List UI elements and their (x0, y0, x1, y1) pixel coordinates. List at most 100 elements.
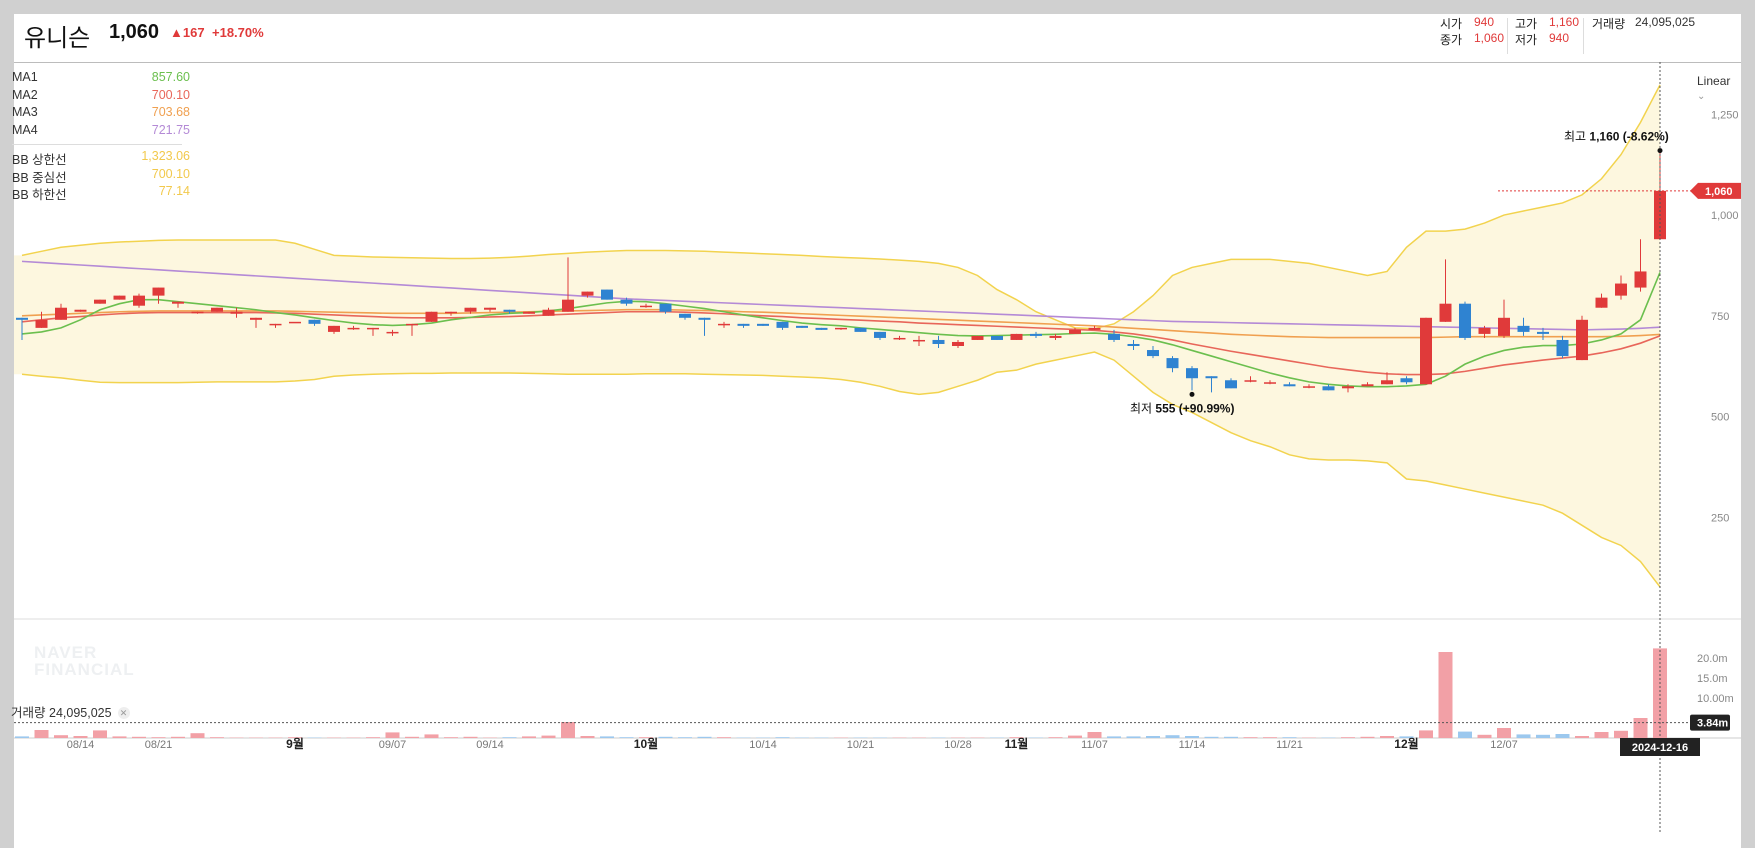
x-tick-label: 10월 (634, 736, 658, 751)
volume-panel-label: 거래량 (11, 706, 46, 720)
volume-bar (15, 736, 29, 738)
candle-body (1400, 378, 1413, 383)
volume-bar (1263, 737, 1277, 738)
candle-body (952, 341, 964, 346)
volume-bar (171, 736, 185, 738)
candle-body (425, 311, 438, 322)
candle-body (1244, 380, 1257, 382)
y-tick-label: 1,000 (1711, 210, 1739, 222)
close-icon[interactable]: ✕ (117, 707, 130, 719)
y-tick-label: 1,250 (1711, 109, 1739, 121)
candle-body (74, 309, 87, 312)
candle-body (211, 307, 223, 312)
legend-row: BB 중심선 700.10 (12, 167, 190, 185)
volume-bar (405, 736, 419, 738)
volume-bar (1653, 648, 1667, 738)
candle-body (1595, 297, 1608, 308)
legend-value: 721.75 (151, 122, 190, 137)
x-tick-label: 11/21 (1276, 739, 1303, 751)
x-tick-label: 12월 (1394, 736, 1418, 751)
candle-body (1361, 384, 1374, 387)
legend-row: MA3 703.68 (12, 105, 190, 123)
x-tick-label: 10/14 (749, 739, 777, 751)
volume-bar (1516, 734, 1531, 738)
chart-frame: 유니슨 1,060 ▲167 +18.70% 시가 940 종가 1,060 고… (11, 14, 1741, 848)
candle-body (328, 325, 340, 332)
candle-body (289, 321, 301, 324)
legend-value: 700.10 (151, 166, 190, 181)
volume-bar (151, 737, 166, 738)
candle-body (1420, 317, 1432, 385)
volume-bar (1146, 736, 1160, 738)
volume-bar (73, 736, 88, 738)
volume-bar (600, 736, 614, 738)
x-tick-label: 08/21 (145, 739, 173, 751)
x-tick-label: 09/07 (379, 739, 407, 751)
volume-bar (1380, 736, 1394, 738)
legend-name: BB 상한선 (12, 153, 67, 167)
candle-body (620, 299, 633, 304)
legend-value: 700.10 (151, 87, 190, 102)
volume-bar (1087, 732, 1102, 738)
candle-body (640, 305, 652, 308)
volume-bar (93, 730, 107, 738)
candle-body (1166, 358, 1179, 369)
price-chart[interactable]: 250 500 750 1,000 1,250 20.0m 15.0m 10.00m 3.84m… (14, 14, 1741, 848)
low-marker (1189, 391, 1195, 397)
candle-body (1108, 333, 1120, 340)
candle-body (1030, 333, 1042, 336)
volume-bar (717, 737, 731, 738)
volume-bar (1341, 737, 1355, 738)
candle-body (269, 323, 282, 326)
candle-body (152, 287, 165, 296)
candle-body (172, 301, 184, 304)
candle-body (1069, 329, 1081, 334)
volume-bar (54, 735, 68, 738)
volume-bar (697, 736, 712, 738)
candle-body (581, 291, 594, 296)
volume-bar (424, 734, 439, 738)
volume-bar (1107, 736, 1121, 738)
candle-body (1225, 380, 1237, 389)
candle-body (367, 327, 379, 330)
volume-bar (775, 737, 790, 738)
candle-body (718, 323, 730, 326)
volume-bar (1204, 736, 1219, 738)
scale-mode-dropdown[interactable]: Linear ⌄ (1697, 74, 1741, 102)
x-tick-label: 10/21 (847, 739, 875, 751)
candle-body (1439, 303, 1452, 322)
candle-body (893, 337, 906, 340)
volume-bar (1243, 737, 1258, 738)
low-annotation-value: 555 (+90.99%) (1155, 401, 1234, 415)
candle-body (1576, 319, 1588, 361)
candle-body (835, 327, 847, 330)
current-price-text: 1,060 (1705, 186, 1733, 198)
y-tick-label: 750 (1711, 311, 1729, 323)
high-annotation: 최고 1,160 (-8.62%) (1564, 130, 1669, 144)
candle-body (484, 307, 496, 310)
volume-bar (1477, 734, 1492, 738)
volume-bar (502, 737, 517, 738)
candle-body (35, 319, 48, 328)
candle-body (1186, 368, 1198, 379)
candle-body (971, 335, 984, 340)
candle-body (698, 317, 711, 320)
candle-body (679, 313, 691, 318)
candle-body (737, 323, 750, 326)
x-tick-label: 11월 (1005, 736, 1029, 751)
volume-tick-label: 20.0m (1697, 653, 1728, 665)
x-tick-label: 11/07 (1081, 739, 1108, 751)
volume-bar (1185, 736, 1199, 738)
candle-body (1381, 380, 1393, 385)
candle-body (1264, 382, 1276, 384)
volume-bar (1282, 737, 1297, 738)
legend-value: 857.60 (151, 70, 190, 84)
volume-bar (1419, 730, 1433, 738)
high-annotation-label: 최고 (1564, 130, 1589, 144)
legend-name: BB 중심선 (12, 170, 67, 185)
scale-mode-label: Linear (1697, 74, 1731, 88)
candle-body (55, 307, 67, 320)
candle-body (1088, 327, 1101, 330)
candle-body (1010, 333, 1023, 340)
volume-panel-header: 거래량 24,095,025 ✕ (11, 702, 130, 721)
